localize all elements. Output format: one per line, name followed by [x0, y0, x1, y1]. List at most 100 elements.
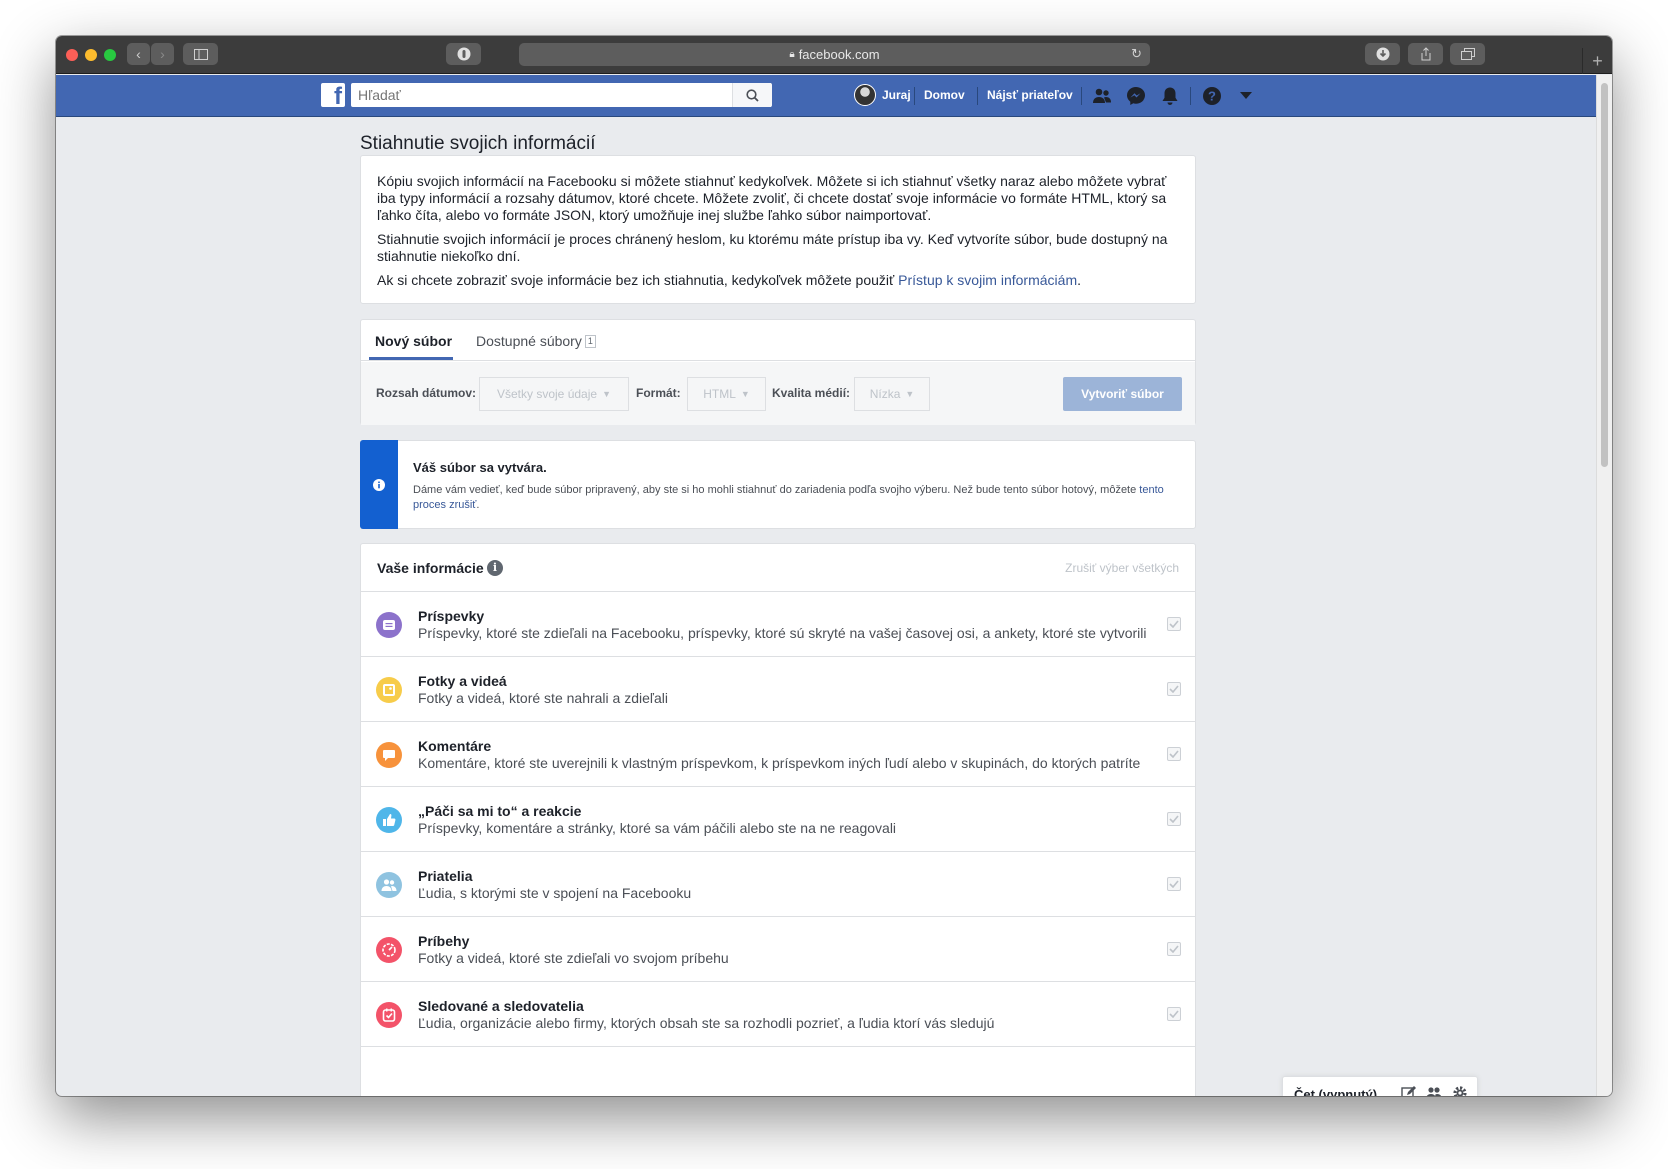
page-scrollbar[interactable] — [1596, 75, 1612, 1096]
friend-requests-icon[interactable] — [1091, 85, 1113, 107]
thumbs-up-icon — [376, 807, 402, 833]
information-category-row[interactable]: „Páči sa mi to“ a reakcie Príspevky, kome… — [361, 787, 1195, 852]
new-message-icon[interactable] — [1400, 1085, 1416, 1096]
chevron-left-icon: ‹ — [136, 46, 141, 62]
filter-bar: Rozsah dátumov: Všetky svoje údaje ▼ Form… — [361, 362, 1195, 425]
sidebar-toggle-button[interactable] — [183, 43, 218, 65]
info-tooltip-icon[interactable]: i — [487, 560, 503, 576]
checkmark-icon — [1169, 750, 1179, 758]
category-description: Príspevky, ktoré ste zdieľali na Faceboo… — [418, 625, 1147, 641]
tab-new-file[interactable]: Nový súbor — [375, 333, 452, 349]
profile-link[interactable]: Juraj — [882, 88, 911, 102]
avatar[interactable] — [854, 84, 876, 106]
friends-icon — [376, 872, 402, 898]
information-category-row[interactable]: Sledované a sledovatelia Ľudia, organizác… — [361, 982, 1195, 1047]
your-information-header: Vaše informácie i Zrušiť výber všetkých — [361, 544, 1195, 592]
deselect-all-link[interactable]: Zrušiť výber všetkých — [1065, 561, 1179, 575]
group-chat-icon[interactable] — [1426, 1085, 1442, 1096]
category-description: Fotky a videá, ktoré ste nahrali a zdieľ… — [418, 690, 668, 706]
share-button[interactable] — [1408, 43, 1443, 65]
category-checkbox[interactable] — [1167, 617, 1181, 631]
close-window-button[interactable] — [66, 49, 78, 61]
stories-icon — [376, 937, 402, 963]
address-bar[interactable]: 🔒︎ facebook.com ↻ — [519, 43, 1150, 66]
information-category-row[interactable]: Fotky a videá Fotky a videá, ktoré ste na… — [361, 657, 1195, 722]
browser-toolbar: ‹ › 🔒︎ facebook.com ↻ + — [56, 36, 1612, 74]
page-content: Stiahnutie svojich informácií Kópiu svoj… — [56, 118, 1596, 1096]
download-icon — [1376, 47, 1389, 61]
category-checkbox[interactable] — [1167, 877, 1181, 891]
file-count-badge: 1 — [584, 335, 596, 348]
facebook-top-bar: f Juraj Domov Nájsť priateľov ? — [56, 75, 1596, 117]
following-icon — [376, 1002, 402, 1028]
messenger-icon[interactable] — [1125, 85, 1147, 107]
caret-down-icon: ▼ — [740, 389, 750, 399]
file-in-progress-notice: Váš súbor sa vytvára. Dáme vám vedieť, k… — [360, 440, 1196, 529]
intro-card: Kópiu svojich informácií na Facebooku si… — [360, 155, 1196, 304]
reload-icon[interactable]: ↻ — [1131, 46, 1142, 62]
tabs-icon — [1460, 48, 1475, 60]
chat-bar[interactable]: Čet (vypnutý) — [1282, 1076, 1478, 1096]
category-checkbox[interactable] — [1167, 682, 1181, 696]
category-description: Fotky a videá, ktoré ste zdieľali vo svo… — [418, 950, 729, 966]
create-file-button[interactable]: Vytvoriť súbor — [1063, 377, 1182, 411]
information-category-row[interactable]: Príspevky Príspevky, ktoré ste zdieľali n… — [361, 592, 1195, 657]
find-friends-link[interactable]: Nájsť priateľov — [987, 88, 1073, 102]
category-description: Príspevky, komentáre a stránky, ktoré sa… — [418, 820, 897, 836]
date-range-select[interactable]: Všetky svoje údaje ▼ — [479, 377, 629, 411]
scrollbar-thumb[interactable] — [1601, 83, 1608, 467]
comment-icon — [376, 742, 402, 768]
tabs-overview-button[interactable] — [1450, 43, 1485, 65]
search-button[interactable] — [732, 83, 772, 107]
nav-divider — [914, 87, 915, 105]
notice-title: Váš súbor sa vytvára. — [413, 460, 547, 475]
account-menu-caret-icon[interactable] — [1235, 85, 1257, 107]
caret-down-icon: ▼ — [905, 389, 915, 399]
tab-bar: Nový súbor Dostupné súbory 1 — [361, 320, 1195, 361]
sidebar-icon — [193, 48, 208, 60]
notifications-bell-icon[interactable] — [1159, 85, 1181, 107]
checkmark-icon — [1169, 685, 1179, 693]
checkmark-icon — [1169, 815, 1179, 823]
information-category-row[interactable]: Komentáre Komentáre, ktoré ste uverejnili… — [361, 722, 1195, 787]
lock-icon: 🔒︎ — [789, 49, 795, 60]
category-title: Príbehy — [418, 933, 470, 949]
access-your-information-link[interactable]: Prístup k svojim informáciám — [898, 272, 1077, 288]
category-checkbox[interactable] — [1167, 812, 1181, 826]
home-link[interactable]: Domov — [924, 88, 965, 102]
forward-button[interactable]: › — [151, 43, 174, 65]
photos-icon — [376, 677, 402, 703]
downloads-button[interactable] — [1365, 43, 1400, 65]
tab-available-files[interactable]: Dostupné súbory 1 — [476, 333, 596, 349]
checkmark-icon — [1169, 1010, 1179, 1018]
help-icon[interactable]: ? — [1201, 85, 1223, 107]
category-checkbox[interactable] — [1167, 747, 1181, 761]
share-icon — [1421, 47, 1430, 61]
category-title: Sledované a sledovatelia — [418, 998, 584, 1014]
privacy-button[interactable] — [446, 43, 481, 65]
notice-text: Dáme vám vedieť, keď bude súbor priprave… — [413, 484, 1164, 511]
information-category-row[interactable]: Priatelia Ľudia, s ktorými ste v spojení … — [361, 852, 1195, 917]
category-checkbox[interactable] — [1167, 942, 1181, 956]
checkmark-icon — [1169, 880, 1179, 888]
gear-icon[interactable] — [1452, 1085, 1468, 1096]
facebook-logo-icon[interactable]: f — [321, 83, 345, 107]
format-select[interactable]: HTML ▼ — [687, 377, 766, 411]
file-options-card: Nový súbor Dostupné súbory 1 Rozsah dátum… — [360, 319, 1196, 425]
your-information-title: Vaše informácie — [377, 560, 484, 576]
information-category-row[interactable]: Príbehy Fotky a videá, ktoré ste zdieľali… — [361, 917, 1195, 982]
intro-paragraph: Ak si chcete zobraziť svoje informácie b… — [377, 272, 1081, 288]
intro-paragraph: Stiahnutie svojich informácií je proces … — [377, 231, 1168, 264]
category-title: Komentáre — [418, 738, 492, 754]
media-quality-select[interactable]: Nízka ▼ — [854, 377, 930, 411]
date-range-label: Rozsah dátumov: — [376, 386, 477, 400]
zoom-window-button[interactable] — [104, 49, 116, 61]
new-tab-button[interactable]: + — [1582, 48, 1612, 74]
category-checkbox[interactable] — [1167, 1007, 1181, 1021]
back-button[interactable]: ‹ — [127, 43, 150, 65]
nav-divider — [977, 87, 978, 105]
minimize-window-button[interactable] — [85, 49, 97, 61]
checkmark-icon — [1169, 620, 1179, 628]
search-input[interactable] — [351, 83, 771, 107]
caret-down-icon: ▼ — [602, 389, 611, 399]
